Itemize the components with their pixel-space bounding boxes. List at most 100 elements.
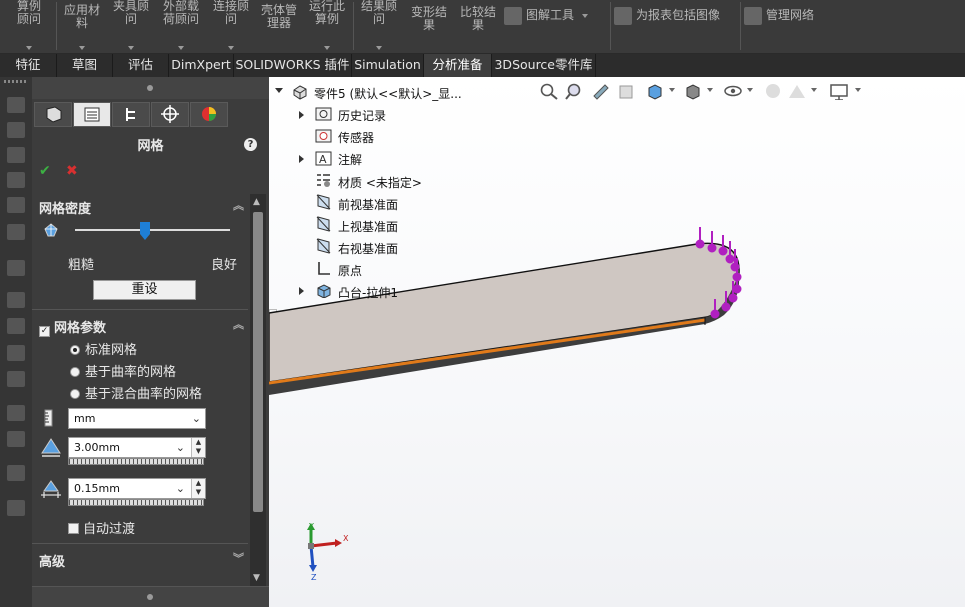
tree-item-material[interactable]: 材质 <未指定> <box>338 174 422 191</box>
tolerance-spinner[interactable]: ▲ ▼ <box>191 479 205 498</box>
property-manager-tab[interactable] <box>73 102 111 127</box>
dropdown-arrow-icon[interactable] <box>855 88 861 92</box>
dropdown-arrow-icon[interactable] <box>669 88 675 92</box>
tree-item-front-plane[interactable]: 前视基准面 <box>338 196 398 213</box>
tree-item-annotations[interactable]: 注解 <box>338 151 362 168</box>
edit-appearance-icon[interactable] <box>763 82 783 100</box>
auto-transition-option[interactable]: 自动过渡 <box>68 518 135 537</box>
apply-scene-icon[interactable] <box>787 82 807 100</box>
tolerance-input[interactable]: 0.15mm ⌄ ▲ ▼ <box>68 478 206 499</box>
expand-arrow-icon[interactable] <box>275 88 283 93</box>
dimxpert-manager-tab[interactable] <box>151 102 189 127</box>
section-view-icon[interactable] <box>617 82 637 100</box>
ribbon-run-study[interactable]: 运行此算例 <box>304 0 350 54</box>
simulation-tool-icon[interactable] <box>7 431 25 447</box>
radio-button[interactable] <box>70 389 80 399</box>
tree-item-boss-extrude[interactable]: 凸台-拉伸1 <box>338 284 398 301</box>
ribbon-fixtures-advisor[interactable]: 夹具顾问 <box>108 0 154 54</box>
configuration-manager-tab[interactable] <box>112 102 150 127</box>
tab-analysis-preparation[interactable]: 分析准备 <box>424 54 492 77</box>
dropdown-arrow-icon[interactable] <box>707 88 713 92</box>
tolerance-thumbwheel[interactable] <box>68 499 204 506</box>
ribbon-connections-advisor[interactable]: 连接顾问 <box>208 0 254 54</box>
ribbon-results-advisor[interactable]: 结果顾问 <box>356 0 402 54</box>
view-orientation-icon[interactable] <box>645 82 665 100</box>
ok-check-icon[interactable]: ✔ <box>39 163 51 179</box>
feature-manager-tab[interactable] <box>34 102 72 127</box>
panel-grip-icon[interactable] <box>147 594 153 600</box>
help-icon[interactable]: ? <box>244 138 257 151</box>
graphics-viewport[interactable]: 零件5 (默认<<默认>_显... 历史记录 传感器 A 注解 材质 <未指定>… <box>269 77 965 607</box>
auto-transition-checkbox[interactable] <box>68 523 79 534</box>
view-settings-icon[interactable] <box>829 82 849 100</box>
density-slider-thumb[interactable] <box>139 222 150 240</box>
scroll-down-icon[interactable]: ▼ <box>253 573 260 583</box>
density-slider-track[interactable] <box>75 229 230 231</box>
tab-dimxpert[interactable]: DimXpert <box>169 54 234 77</box>
simulation-tool-icon[interactable] <box>7 500 25 516</box>
dropdown-arrow-icon[interactable] <box>747 88 753 92</box>
panel-scrollbar[interactable]: ▲ ▼ <box>250 194 266 586</box>
expand-arrow-icon[interactable] <box>299 111 304 119</box>
simulation-tool-icon[interactable] <box>7 345 25 361</box>
cancel-x-icon[interactable]: ✖ <box>66 163 78 179</box>
display-style-icon[interactable] <box>683 82 703 100</box>
scroll-up-icon[interactable]: ▲ <box>253 197 260 207</box>
ribbon-plot-tools[interactable]: 图解工具 <box>504 6 604 26</box>
zoom-to-area-icon[interactable] <box>565 82 585 100</box>
tree-item-history[interactable]: 历史记录 <box>338 107 386 124</box>
ribbon-include-image-for-report[interactable]: 为报表包括图像 <box>614 6 738 26</box>
mesh-parameters-checkbox[interactable]: ✓ <box>39 326 50 337</box>
simulation-tool-icon[interactable] <box>7 318 25 334</box>
element-size-thumbwheel[interactable] <box>68 458 204 465</box>
simulation-tool-icon[interactable] <box>7 260 25 276</box>
expand-chevron-icon[interactable]: ︾ <box>233 553 245 565</box>
panel-grip-icon[interactable] <box>147 85 153 91</box>
unit-select[interactable]: mm ⌄ <box>68 408 206 429</box>
scrollbar-thumb[interactable] <box>253 212 263 512</box>
element-size-input[interactable]: 3.00mm ⌄ ▲ ▼ <box>68 437 206 458</box>
tab-simulation[interactable]: Simulation <box>352 54 424 77</box>
tree-item-origin[interactable]: 原点 <box>338 262 362 279</box>
hide-show-items-icon[interactable] <box>723 82 743 100</box>
advanced-section[interactable]: 高级 ︾ <box>39 551 245 571</box>
display-manager-tab[interactable] <box>190 102 228 127</box>
collapse-chevron-icon[interactable]: ︽ <box>233 200 245 212</box>
pressure-load-arrows[interactable] <box>269 77 965 607</box>
element-size-spinner[interactable]: ▲ ▼ <box>191 438 205 457</box>
simulation-tool-icon[interactable] <box>7 292 25 308</box>
radio-blended-mesh[interactable]: 基于混合曲率的网格 <box>70 383 202 402</box>
ribbon-manage-network[interactable]: 管理网络 <box>744 6 844 26</box>
simulation-tool-icon[interactable] <box>7 197 25 213</box>
previous-view-icon[interactable] <box>591 82 611 100</box>
tab-sketch[interactable]: 草图 <box>57 54 113 77</box>
radio-standard-mesh[interactable]: 标准网格 <box>70 339 137 358</box>
tree-item-sensors[interactable]: 传感器 <box>338 129 374 146</box>
simulation-tool-icon[interactable] <box>7 465 25 481</box>
simulation-tool-icon[interactable] <box>7 172 25 188</box>
ribbon-apply-material[interactable]: 应用材料 <box>60 0 104 54</box>
radio-curvature-mesh[interactable]: 基于曲率的网格 <box>70 361 176 380</box>
zoom-to-fit-icon[interactable] <box>539 82 559 100</box>
tree-item-right-plane[interactable]: 右视基准面 <box>338 240 398 257</box>
ribbon-study-advisor[interactable]: 算例顾问 <box>6 0 52 54</box>
simulation-tool-icon[interactable] <box>7 147 25 163</box>
simulation-tool-icon[interactable] <box>7 405 25 421</box>
simulation-tool-icon[interactable] <box>7 371 25 387</box>
simulation-tool-icon[interactable] <box>7 122 25 138</box>
simulation-tool-icon[interactable] <box>7 224 25 240</box>
simulation-tool-icon[interactable] <box>7 97 25 113</box>
tab-solidworks-addins[interactable]: SOLIDWORKS 插件 <box>234 54 352 77</box>
tab-evaluate[interactable]: 评估 <box>113 54 169 77</box>
collapse-chevron-icon[interactable]: ︽ <box>233 319 245 331</box>
ribbon-deformed-result[interactable]: 变形结果 <box>404 0 454 54</box>
tree-item-top-plane[interactable]: 上视基准面 <box>338 218 398 235</box>
radio-button[interactable] <box>70 367 80 377</box>
tab-3dsource[interactable]: 3DSource零件库 <box>492 54 596 77</box>
tree-part-root[interactable]: 零件5 (默认<<默认>_显... <box>314 85 462 102</box>
toolbar-grip[interactable] <box>4 80 28 83</box>
reset-button[interactable]: 重设 <box>93 280 196 300</box>
dropdown-arrow-icon[interactable] <box>811 88 817 92</box>
ribbon-compare-results[interactable]: 比较结果 <box>454 0 502 54</box>
ribbon-external-loads-advisor[interactable]: 外部载荷顾问 <box>158 0 204 54</box>
